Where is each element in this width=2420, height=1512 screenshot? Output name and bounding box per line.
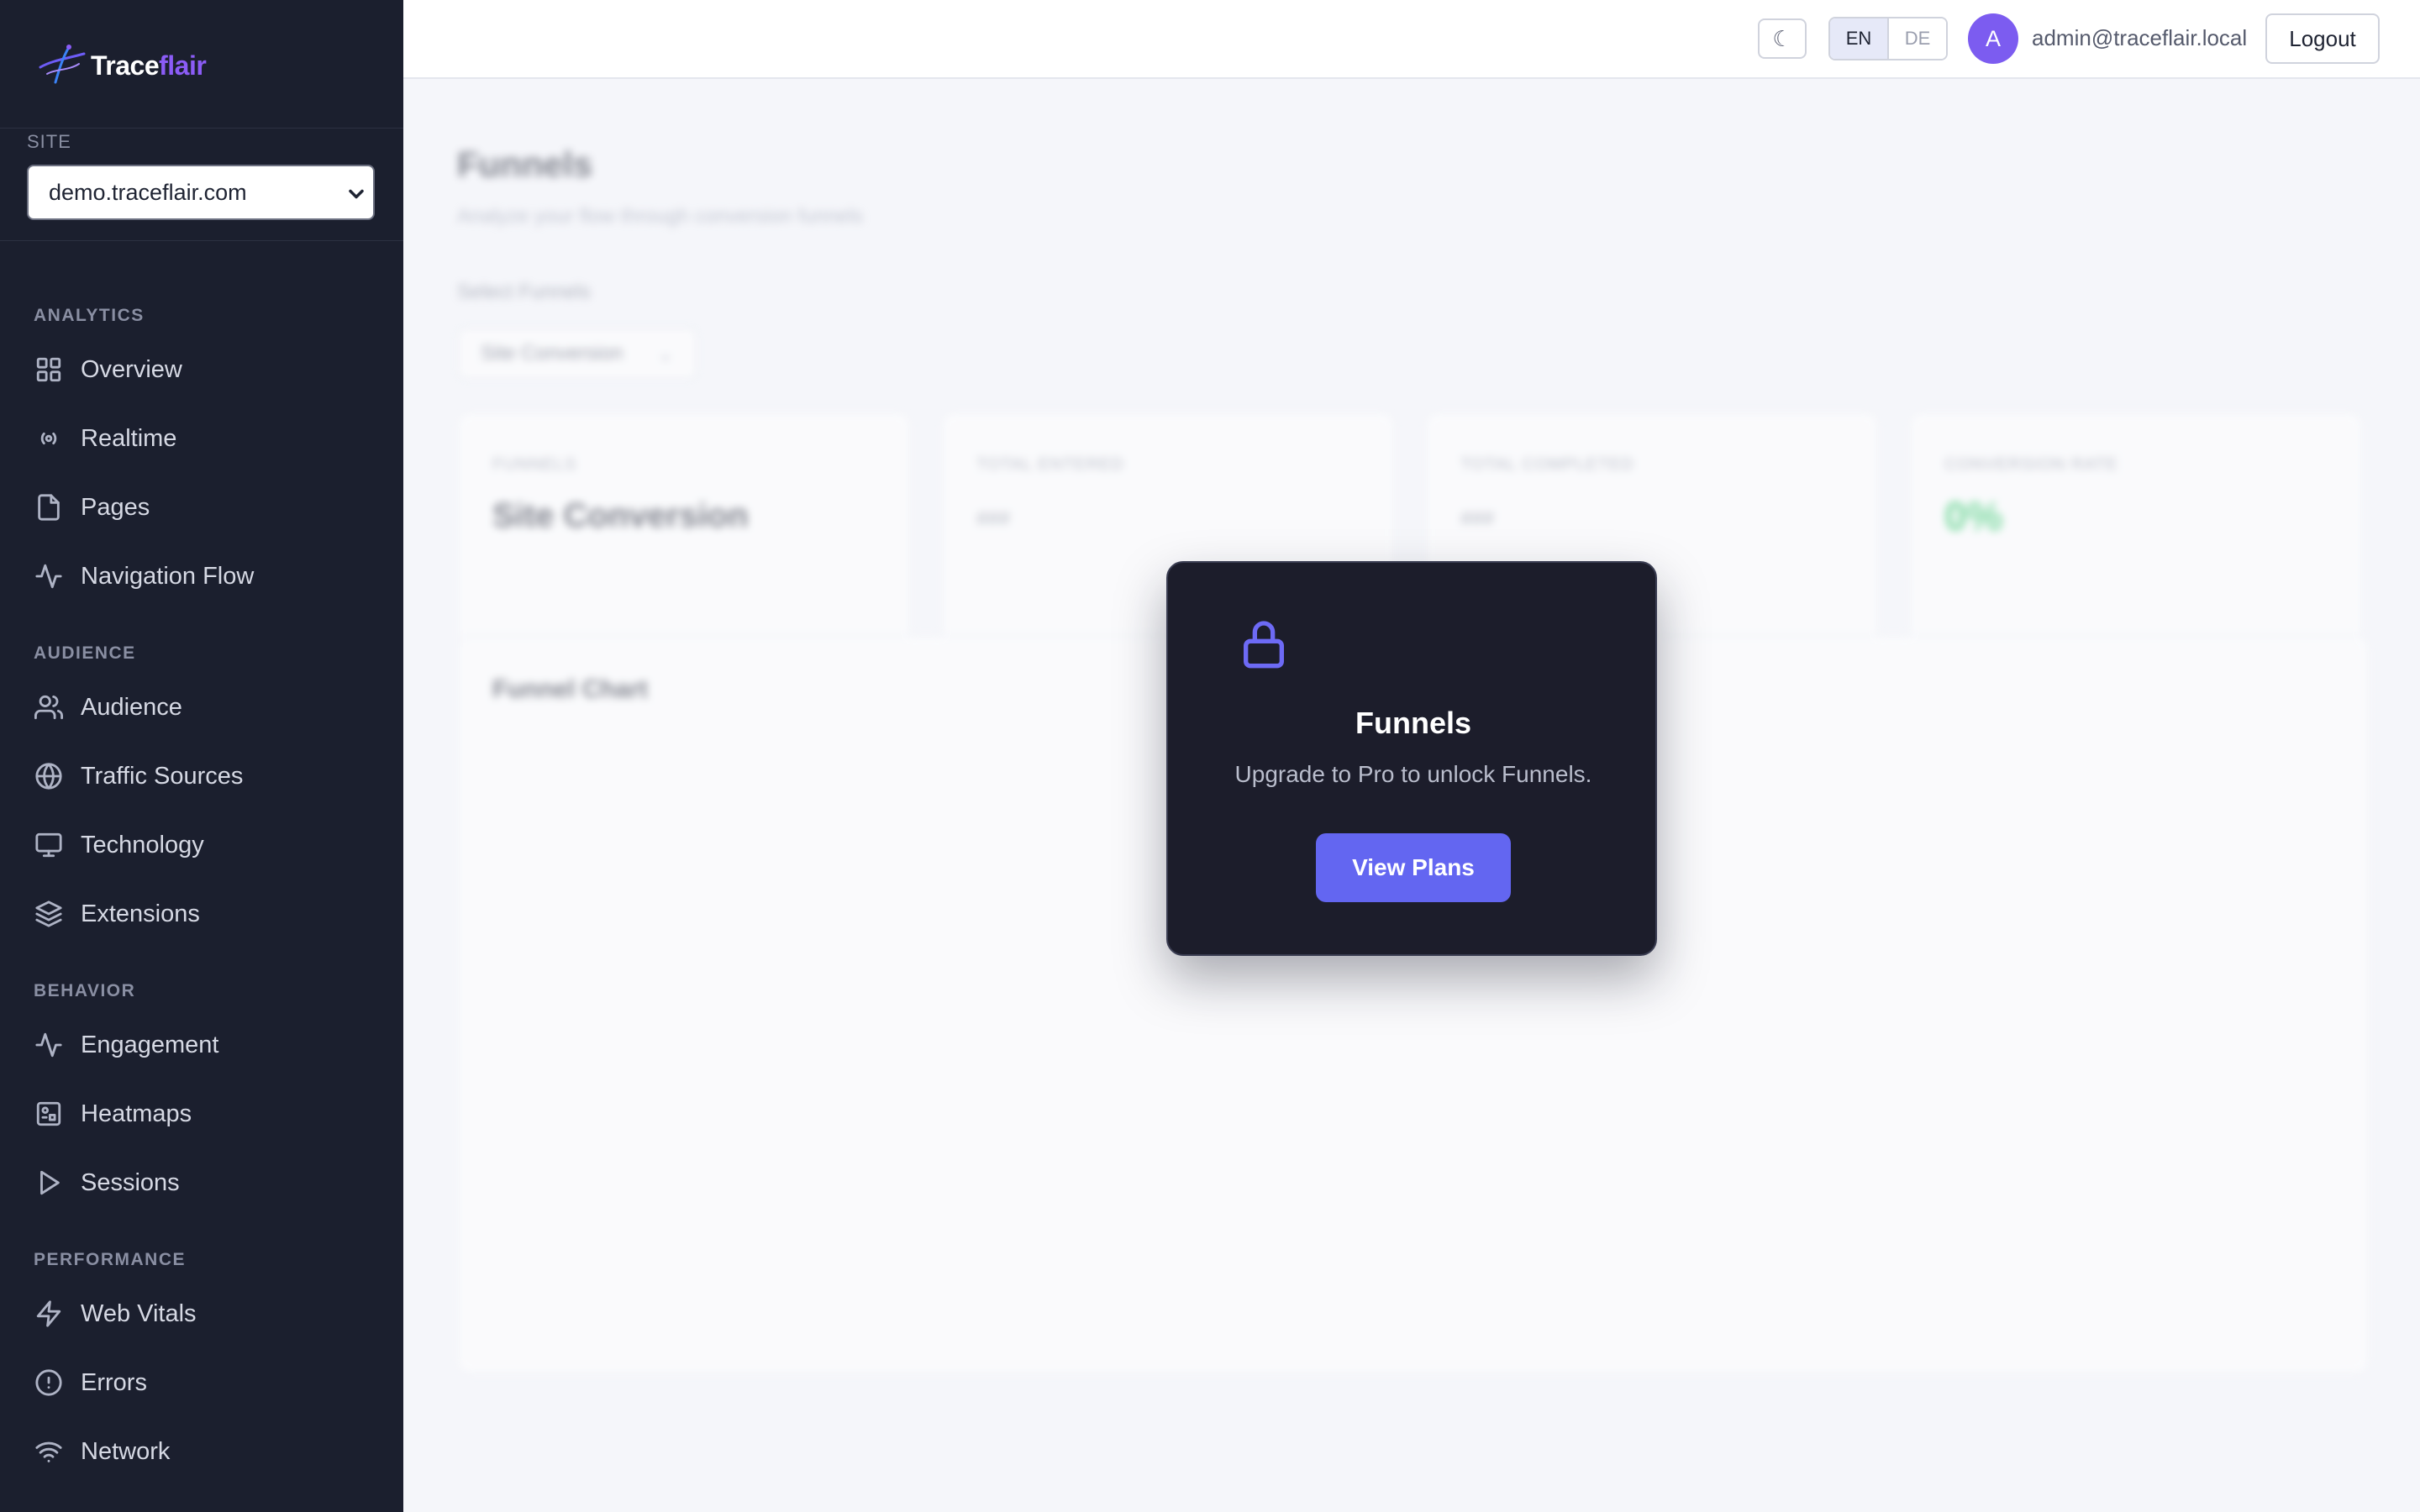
- users-icon: [32, 690, 66, 724]
- traceflair-logo-icon: [39, 45, 86, 84]
- sidebar-item-label: Pages: [81, 493, 150, 521]
- monitor-icon: [32, 828, 66, 862]
- stat-key: CONVERSION RATE: [1944, 455, 2118, 474]
- stat-key: TOTAL ENTERED: [976, 455, 1124, 474]
- sidebar-item-label: Traffic Sources: [81, 762, 244, 790]
- sidebar-item-label: Errors: [81, 1368, 147, 1396]
- section-label-behavior: BEHAVIOR: [34, 981, 136, 1000]
- funnel-select-value: Site Conversion: [481, 342, 623, 365]
- avatar[interactable]: A: [1968, 13, 2018, 64]
- top-bar: ☾ EN DE A admin@traceflair.local Logout: [403, 0, 2420, 79]
- sidebar-item-audience[interactable]: Audience: [24, 680, 380, 734]
- stat-key: TOTAL COMPLETED: [1460, 455, 1634, 474]
- sidebar-item-pages[interactable]: Pages: [24, 480, 380, 534]
- stat-value: Site Conversion: [492, 497, 749, 534]
- stat-card-conversion-rate: CONVERSION RATE 0%: [1909, 412, 2363, 657]
- sidebar-item-overview[interactable]: Overview: [24, 343, 380, 396]
- sidebar-item-navigation-flow[interactable]: Navigation Flow: [24, 549, 380, 603]
- sidebar-item-technology[interactable]: Technology: [24, 818, 380, 872]
- modal-message: Upgrade to Pro to unlock Funnels.: [1234, 761, 1592, 787]
- sidebar-item-label: Technology: [81, 831, 204, 858]
- brand-wordmark: Traceflair: [91, 50, 207, 81]
- sidebar-item-heatmaps[interactable]: Heatmaps: [24, 1087, 380, 1141]
- language-switcher: EN DE: [1828, 17, 1948, 60]
- stat-key: FUNNELS: [492, 455, 577, 474]
- upgrade-modal: Funnels Upgrade to Pro to unlock Funnels…: [1166, 561, 1657, 956]
- page-subtitle: Analyze your flow through conversion fun…: [457, 205, 863, 228]
- sidebar-item-engagement[interactable]: Engagement: [24, 1018, 380, 1072]
- broadcast-icon: [32, 422, 66, 455]
- moon-icon: ☾: [1772, 25, 1792, 51]
- layers-icon: [32, 897, 66, 931]
- site-label: SITE: [27, 131, 71, 152]
- sidebar-item-label: Navigation Flow: [81, 562, 255, 590]
- section-label-performance: PERFORMANCE: [34, 1250, 187, 1269]
- wifi-icon: [32, 1435, 66, 1468]
- sidebar-item-label: Overview: [81, 355, 182, 383]
- section-label-analytics: ANALYTICS: [34, 306, 145, 325]
- sidebar-item-web-vitals[interactable]: Web Vitals: [24, 1287, 380, 1341]
- chevron-down-icon: ⌄: [656, 342, 674, 365]
- sidebar-item-label: Web Vitals: [81, 1299, 197, 1327]
- divider: [0, 240, 403, 241]
- site-select-value: demo.traceflair.com: [49, 179, 247, 205]
- sidebar-item-label: Engagement: [81, 1031, 219, 1058]
- stat-value: 0%: [1944, 495, 2003, 539]
- sidebar-item-errors[interactable]: Errors: [24, 1356, 380, 1410]
- alert-circle-icon: [32, 1366, 66, 1399]
- chevron-down-icon: [349, 189, 364, 199]
- file-icon: [32, 491, 66, 524]
- page-title: Funnels: [457, 144, 593, 184]
- sidebar-item-label: Realtime: [81, 424, 177, 452]
- funnel-select: Site Conversion ⌄: [457, 328, 697, 380]
- sidebar-item-label: Heatmaps: [81, 1100, 192, 1127]
- sidebar-item-label: Audience: [81, 693, 182, 721]
- funnel-select-label: Select Funnels: [457, 281, 591, 303]
- sidebar-item-realtime[interactable]: Realtime: [24, 412, 380, 465]
- user-email: admin@traceflair.local: [2032, 25, 2248, 50]
- chart-title: Funnel Chart: [492, 675, 648, 703]
- lang-de-button[interactable]: DE: [1889, 18, 1946, 59]
- heatmap-icon: [32, 1097, 66, 1131]
- logout-button[interactable]: Logout: [2265, 13, 2380, 64]
- zap-icon: [32, 1297, 66, 1331]
- sidebar-item-traffic-sources[interactable]: Traffic Sources: [24, 749, 380, 803]
- sidebar-item-label: Sessions: [81, 1168, 180, 1196]
- view-plans-button[interactable]: View Plans: [1316, 833, 1511, 902]
- stat-value: ###: [976, 507, 1011, 530]
- grid-icon: [32, 353, 66, 386]
- lang-en-button[interactable]: EN: [1830, 18, 1889, 59]
- stat-card-funnels: FUNNELS Site Conversion: [457, 412, 911, 657]
- brand-logo[interactable]: Traceflair: [37, 42, 207, 89]
- divider: [0, 128, 403, 129]
- globe-icon: [32, 759, 66, 793]
- sidebar-item-label: Network: [81, 1437, 171, 1465]
- play-icon: [32, 1166, 66, 1200]
- site-select[interactable]: demo.traceflair.com: [27, 165, 375, 220]
- activity-icon: [32, 559, 66, 593]
- sidebar-item-label: Extensions: [81, 900, 200, 927]
- sidebar-item-sessions[interactable]: Sessions: [24, 1156, 380, 1210]
- section-label-audience: AUDIENCE: [34, 643, 136, 663]
- sidebar-item-extensions[interactable]: Extensions: [24, 887, 380, 941]
- sidebar-item-network[interactable]: Network: [24, 1425, 380, 1478]
- theme-toggle-button[interactable]: ☾: [1758, 18, 1807, 59]
- stat-value: ###: [1460, 507, 1495, 530]
- lock-icon: [1244, 621, 1284, 669]
- sidebar: Traceflair SITE demo.traceflair.com ANAL…: [0, 0, 403, 1512]
- activity-icon: [32, 1028, 66, 1062]
- modal-title: Funnels: [1355, 706, 1471, 740]
